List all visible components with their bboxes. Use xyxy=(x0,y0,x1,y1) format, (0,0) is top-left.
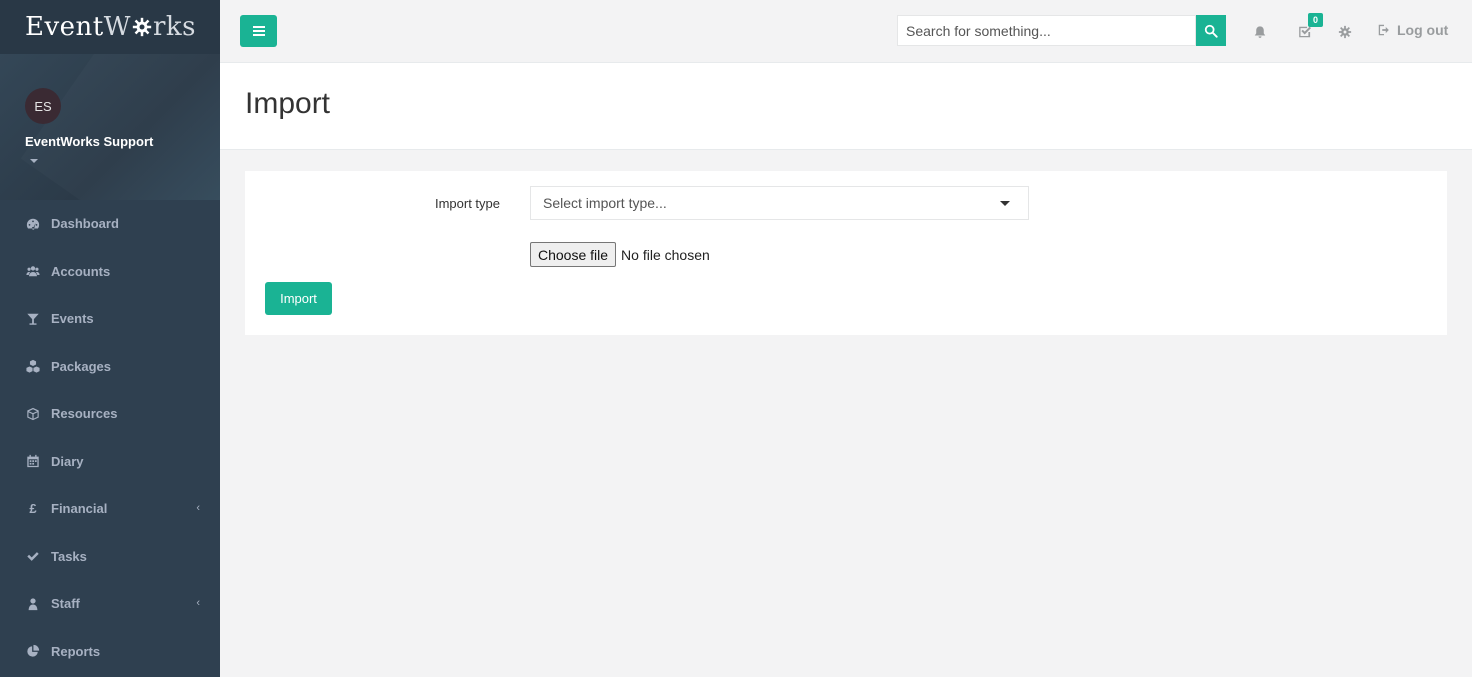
file-input: Choose file No file chosen xyxy=(530,242,710,267)
pie-chart-icon xyxy=(25,644,41,658)
sidebar-item-tasks[interactable]: Tasks xyxy=(0,533,220,581)
sidebar-item-staff[interactable]: Staff ‹ xyxy=(0,580,220,628)
settings-gear-icon[interactable] xyxy=(1337,24,1353,40)
brand-text-part2: W xyxy=(103,12,131,42)
sidebar-item-label: Tasks xyxy=(51,548,87,564)
logout-link[interactable]: Log out xyxy=(1377,22,1448,38)
menu-toggle-button[interactable] xyxy=(240,15,277,47)
sidebar-item-label: Diary xyxy=(51,453,84,469)
sidebar-item-packages[interactable]: Packages xyxy=(0,343,220,391)
sidebar-item-accounts[interactable]: Accounts xyxy=(0,248,220,296)
user-icon xyxy=(25,597,41,611)
sidebar-item-financial[interactable]: £ Financial ‹ xyxy=(0,485,220,533)
sidebar-item-reports[interactable]: Reports xyxy=(0,628,220,676)
sidebar-item-label: Resources xyxy=(51,406,118,422)
bell-icon[interactable] xyxy=(1252,24,1268,40)
glass-icon xyxy=(25,312,41,326)
avatar[interactable]: ES xyxy=(25,88,61,124)
sidebar-item-label: Financial xyxy=(51,501,108,517)
search-input[interactable] xyxy=(897,15,1196,46)
chevron-left-icon: ‹ xyxy=(196,502,200,514)
import-type-label: Import type xyxy=(434,196,500,211)
profile-caret-icon[interactable] xyxy=(30,159,38,163)
sidebar-item-label: Events xyxy=(51,311,94,327)
tasks-count-badge: 0 xyxy=(1308,13,1323,27)
gear-logo-icon xyxy=(132,17,152,37)
search-bar xyxy=(897,15,1226,46)
hamburger-icon xyxy=(252,26,265,36)
import-type-select-value: Select import type... xyxy=(543,195,667,211)
logout-label: Log out xyxy=(1397,22,1449,38)
sidebar-item-label: Reports xyxy=(51,643,101,659)
import-submit-button[interactable]: Import xyxy=(265,282,332,315)
brand-text-part1: Event xyxy=(25,12,104,42)
import-form-panel: Import type Select import type... Choose… xyxy=(245,171,1447,335)
search-icon xyxy=(1204,24,1218,38)
users-icon xyxy=(25,264,41,278)
sidebar-item-dashboard[interactable]: Dashboard xyxy=(0,200,220,248)
top-navbar: 0 Log out xyxy=(220,0,1472,63)
dashboard-icon xyxy=(25,217,41,231)
choose-file-button[interactable]: Choose file xyxy=(530,242,617,267)
import-type-select[interactable]: Select import type... xyxy=(530,186,1029,220)
sidebar-item-events[interactable]: Events xyxy=(0,295,220,343)
search-button[interactable] xyxy=(1196,15,1226,46)
pound-icon: £ xyxy=(29,501,37,517)
chevron-left-icon: ‹ xyxy=(196,597,200,609)
sidebar: Event Wrks ES EventWorks Support Dashboar… xyxy=(0,0,220,677)
profile-name[interactable]: EventWorks Support xyxy=(25,134,195,149)
sidebar-item-label: Packages xyxy=(51,358,111,374)
cube-icon xyxy=(25,407,41,421)
cubes-icon xyxy=(25,359,41,373)
sidebar-item-label: Staff xyxy=(51,596,80,612)
sidebar-item-diary[interactable]: Diary xyxy=(0,438,220,486)
calendar-icon xyxy=(25,454,41,468)
sidebar-item-resources[interactable]: Resources xyxy=(0,390,220,438)
sidebar-item-label: Accounts xyxy=(51,263,111,279)
page-heading: Import xyxy=(220,63,1472,150)
brand-logo[interactable]: Event Wrks xyxy=(0,0,220,54)
brand-text-part3: rks xyxy=(152,12,197,42)
sign-out-icon xyxy=(1378,24,1389,36)
sidebar-item-label: Dashboard xyxy=(51,216,119,232)
dropdown-caret-icon xyxy=(1000,201,1010,206)
file-status-text: No file chosen xyxy=(621,246,710,263)
page-title: Import xyxy=(245,87,331,120)
sidebar-nav: Dashboard Accounts Events Packages Resou… xyxy=(0,200,220,675)
check-icon xyxy=(25,549,41,563)
profile-section: ES EventWorks Support xyxy=(0,54,220,200)
